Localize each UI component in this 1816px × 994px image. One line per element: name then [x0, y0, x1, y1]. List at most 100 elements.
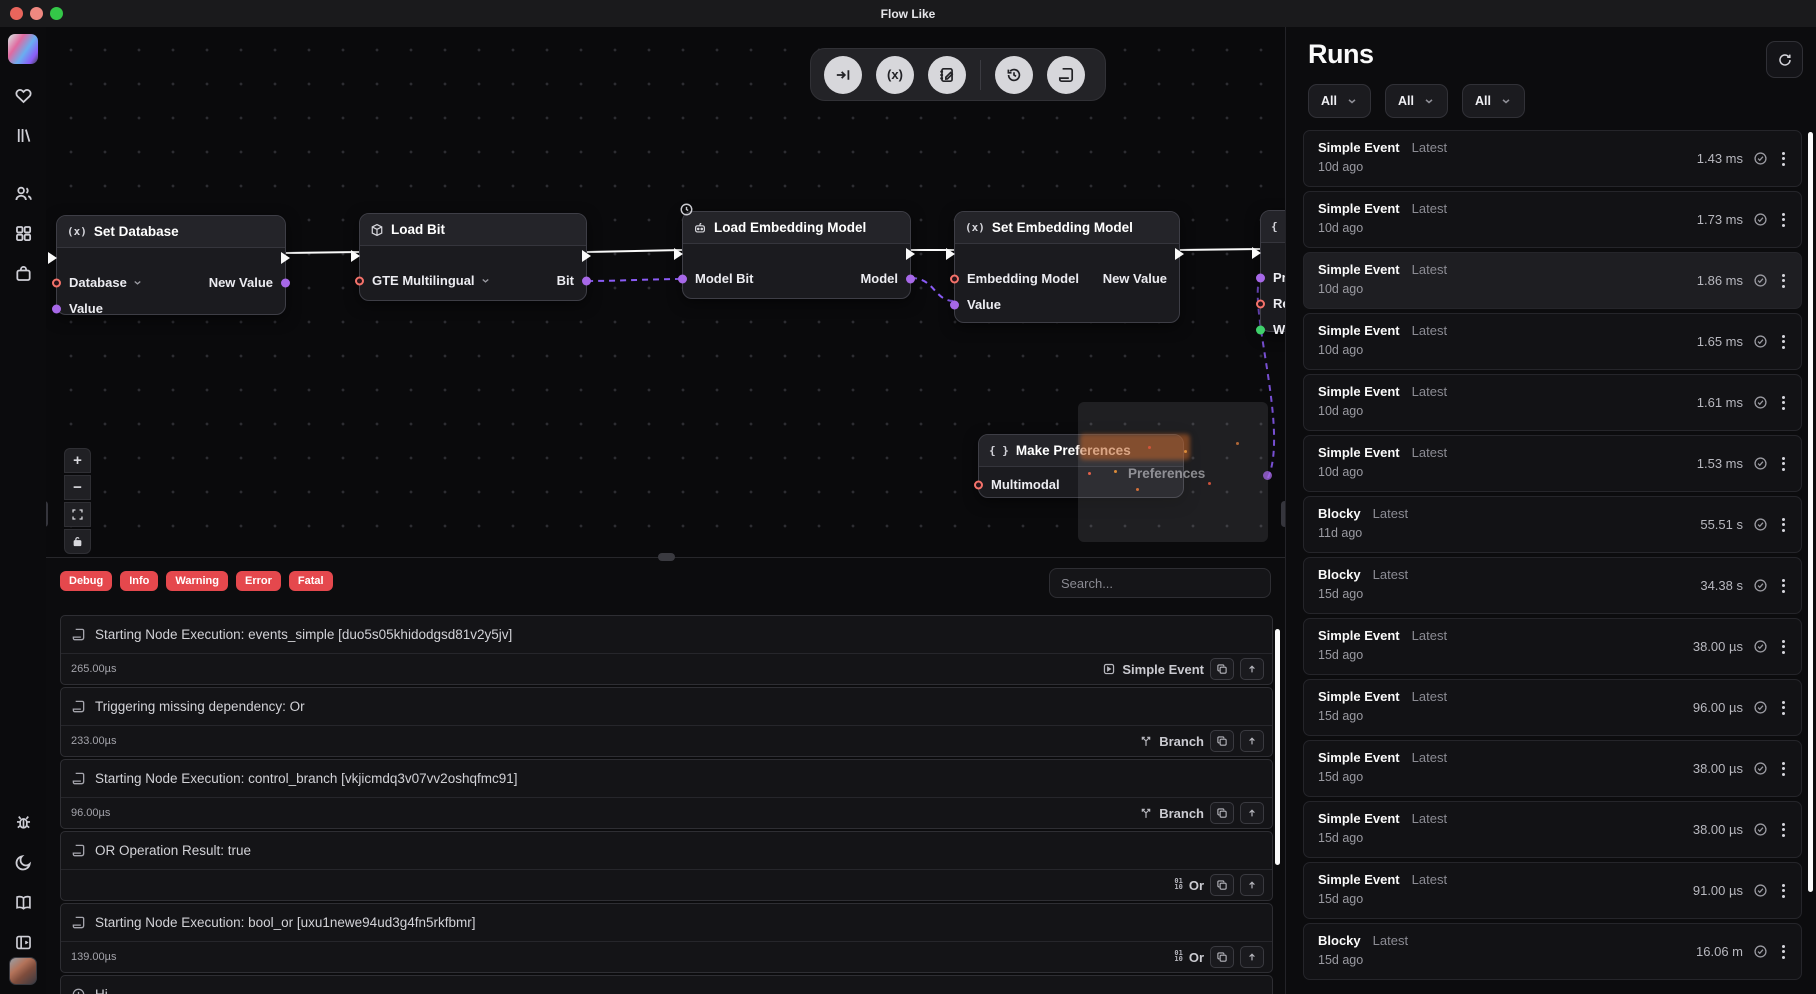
log-filter-debug[interactable]: Debug: [60, 571, 112, 591]
run-menu-button[interactable]: [1778, 211, 1789, 229]
run-row[interactable]: Simple EventLatest15d ago38.00 µs: [1303, 740, 1802, 797]
run-menu-button[interactable]: [1778, 150, 1789, 168]
input-pin-multimodal[interactable]: [974, 480, 983, 489]
run-menu-button[interactable]: [1778, 821, 1789, 839]
input-pin-value[interactable]: [52, 304, 61, 313]
docs-book-icon[interactable]: [8, 887, 38, 917]
log-row[interactable]: Starting Node Execution: control_branch …: [60, 759, 1273, 829]
script-icon[interactable]: [1047, 56, 1085, 94]
refresh-button[interactable]: [1766, 41, 1803, 78]
minimize-window-button[interactable]: [30, 7, 43, 20]
run-row[interactable]: Simple EventLatest15d ago91.00 µs: [1303, 862, 1802, 919]
run-menu-button[interactable]: [1778, 882, 1789, 900]
log-row[interactable]: Starting Node Execution: events_simple […: [60, 615, 1273, 685]
output-pin-bit[interactable]: [582, 276, 591, 285]
close-window-button[interactable]: [10, 7, 23, 20]
panel-resize-grip[interactable]: [658, 553, 675, 561]
output-pin-new-value[interactable]: [281, 278, 290, 287]
jump-to-node-button[interactable]: [1240, 874, 1264, 896]
copy-button[interactable]: [1210, 946, 1234, 968]
copy-button[interactable]: [1210, 874, 1234, 896]
log-row[interactable]: Triggering missing dependency: Or233.00µ…: [60, 687, 1273, 757]
exec-in-pin[interactable]: [674, 248, 689, 260]
input-pin-embedding-model[interactable]: [950, 274, 959, 283]
notebook-pen-icon[interactable]: [928, 56, 966, 94]
input-pin-bit-select[interactable]: [355, 276, 364, 285]
favorites-heart-icon[interactable]: [8, 80, 38, 110]
users-icon[interactable]: [8, 178, 38, 208]
panel-toggle-icon[interactable]: [8, 927, 38, 957]
run-row[interactable]: Simple EventLatest10d ago1.43 ms: [1303, 130, 1802, 187]
store-bag-icon[interactable]: [8, 258, 38, 288]
node-load-bit[interactable]: Load Bit GTE Multilingual Bit: [359, 213, 587, 301]
run-row[interactable]: Simple EventLatest15d ago96.00 µs: [1303, 679, 1802, 736]
user-avatar[interactable]: [9, 957, 37, 985]
copy-button[interactable]: [1210, 802, 1234, 824]
output-pin-model[interactable]: [906, 274, 915, 283]
node-set-embedding-model[interactable]: (x) Set Embedding Model Embedding Model …: [954, 211, 1180, 323]
history-icon[interactable]: [995, 56, 1033, 94]
run-menu-button[interactable]: [1778, 699, 1789, 717]
run-menu-button[interactable]: [1778, 760, 1789, 778]
jump-to-node-button[interactable]: [1240, 658, 1264, 680]
fit-view-button[interactable]: [64, 502, 91, 527]
run-menu-button[interactable]: [1778, 455, 1789, 473]
run-menu-button[interactable]: [1778, 577, 1789, 595]
run-row[interactable]: Simple EventLatest10d ago1.65 ms: [1303, 313, 1802, 370]
exec-in-pin[interactable]: [351, 250, 366, 262]
run-menu-button[interactable]: [1778, 516, 1789, 534]
dark-mode-moon-icon[interactable]: [8, 847, 38, 877]
run-row[interactable]: Simple EventLatest10d ago1.53 ms: [1303, 435, 1802, 492]
exec-out-pin[interactable]: [1175, 248, 1190, 260]
log-filter-fatal[interactable]: Fatal: [289, 571, 333, 591]
run-row[interactable]: Simple EventLatest10d ago1.61 ms: [1303, 374, 1802, 431]
input-pin[interactable]: [1256, 299, 1265, 308]
runs-scrollbar[interactable]: [1808, 132, 1813, 892]
log-filter-error[interactable]: Error: [236, 571, 281, 591]
log-row[interactable]: OR Operation Result: true0110Or: [60, 831, 1273, 901]
maximize-window-button[interactable]: [50, 7, 63, 20]
run-row[interactable]: BlockyLatest11d ago55.51 s: [1303, 496, 1802, 553]
input-pin-database[interactable]: [52, 278, 61, 287]
exec-in-pin[interactable]: [48, 252, 63, 264]
jump-to-node-button[interactable]: [1240, 802, 1264, 824]
flow-canvas[interactable]: (x) (x) Set Database Database New Value …: [46, 27, 1285, 557]
variable-icon[interactable]: (x): [876, 56, 914, 94]
zoom-out-button[interactable]: −: [64, 475, 91, 500]
log-row[interactable]: Starting Node Execution: bool_or [uxu1ne…: [60, 903, 1273, 973]
layout-grid-icon[interactable]: [8, 218, 38, 248]
step-into-icon[interactable]: [824, 56, 862, 94]
run-menu-button[interactable]: [1778, 272, 1789, 290]
log-scrollbar[interactable]: [1275, 629, 1280, 865]
run-row[interactable]: Simple EventLatest10d ago1.73 ms: [1303, 191, 1802, 248]
run-menu-button[interactable]: [1778, 333, 1789, 351]
app-logo[interactable]: [8, 34, 38, 64]
log-filter-warning[interactable]: Warning: [166, 571, 228, 591]
runs-filter-dropdown-2[interactable]: All: [1385, 84, 1448, 118]
library-icon[interactable]: [8, 120, 38, 150]
exec-in-pin[interactable]: [1252, 247, 1267, 259]
log-filter-info[interactable]: Info: [120, 571, 158, 591]
chevron-down-icon[interactable]: [132, 277, 143, 288]
exec-out-pin[interactable]: [582, 250, 597, 262]
run-row[interactable]: BlockyLatest15d ago34.38 s: [1303, 557, 1802, 614]
run-menu-button[interactable]: [1778, 394, 1789, 412]
node-set-database[interactable]: (x) Set Database Database New Value Valu…: [56, 215, 286, 315]
exec-out-pin[interactable]: [281, 252, 296, 264]
run-menu-button[interactable]: [1778, 638, 1789, 656]
jump-to-node-button[interactable]: [1240, 946, 1264, 968]
run-row[interactable]: BlockyLatest15d ago16.06 m: [1303, 923, 1802, 980]
bug-icon[interactable]: [8, 807, 38, 837]
run-row[interactable]: Simple EventLatest15d ago38.00 µs: [1303, 618, 1802, 675]
copy-button[interactable]: [1210, 730, 1234, 752]
node-load-embedding-model[interactable]: Load Embedding Model Model Bit Model: [682, 211, 911, 299]
copy-button[interactable]: [1210, 658, 1234, 680]
log-search-input[interactable]: [1049, 568, 1271, 598]
run-row[interactable]: Simple EventLatest15d ago38.00 µs: [1303, 801, 1802, 858]
input-pin[interactable]: [1256, 325, 1265, 334]
lock-button[interactable]: [64, 529, 91, 554]
exec-in-pin[interactable]: [946, 248, 961, 260]
chevron-down-icon[interactable]: [480, 275, 491, 286]
run-row[interactable]: Simple EventLatest10d ago1.86 ms: [1303, 252, 1802, 309]
run-menu-button[interactable]: [1778, 943, 1789, 961]
